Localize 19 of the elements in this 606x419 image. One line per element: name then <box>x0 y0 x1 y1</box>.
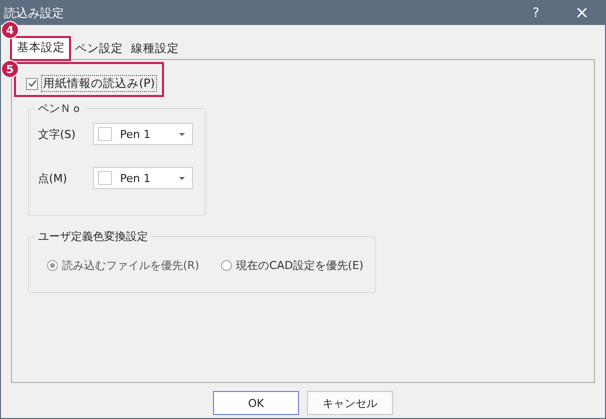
caret-icon <box>179 132 185 136</box>
radio-option[interactable]: 読み込むファイルを優先(R) <box>47 258 200 273</box>
group-title: ユーザ定義色変換設定 <box>35 229 151 244</box>
field-label: 点(M) <box>38 170 68 186</box>
check-icon <box>28 79 36 88</box>
pen-dropdown[interactable]: Pen 1 <box>93 167 193 189</box>
window-title: 読込み設定 <box>3 4 65 22</box>
step-number: 5 <box>1 60 19 78</box>
tab[interactable]: ペン設定 <box>71 39 127 59</box>
radio-option[interactable]: 現在のCAD設定を優先(E) <box>221 258 364 273</box>
close-button[interactable]: × <box>559 1 605 25</box>
tab[interactable]: 線種設定 <box>127 39 183 59</box>
help-button[interactable]: ? <box>513 1 559 25</box>
cancel-button[interactable]: キャンセル <box>307 391 393 415</box>
field-label: 文字(S) <box>38 126 77 142</box>
pen-dropdown[interactable]: Pen 1 <box>93 123 193 145</box>
group-title: ペンＮｏ <box>35 101 85 116</box>
caret-icon <box>179 176 185 180</box>
ok-button[interactable]: OK <box>213 391 299 415</box>
